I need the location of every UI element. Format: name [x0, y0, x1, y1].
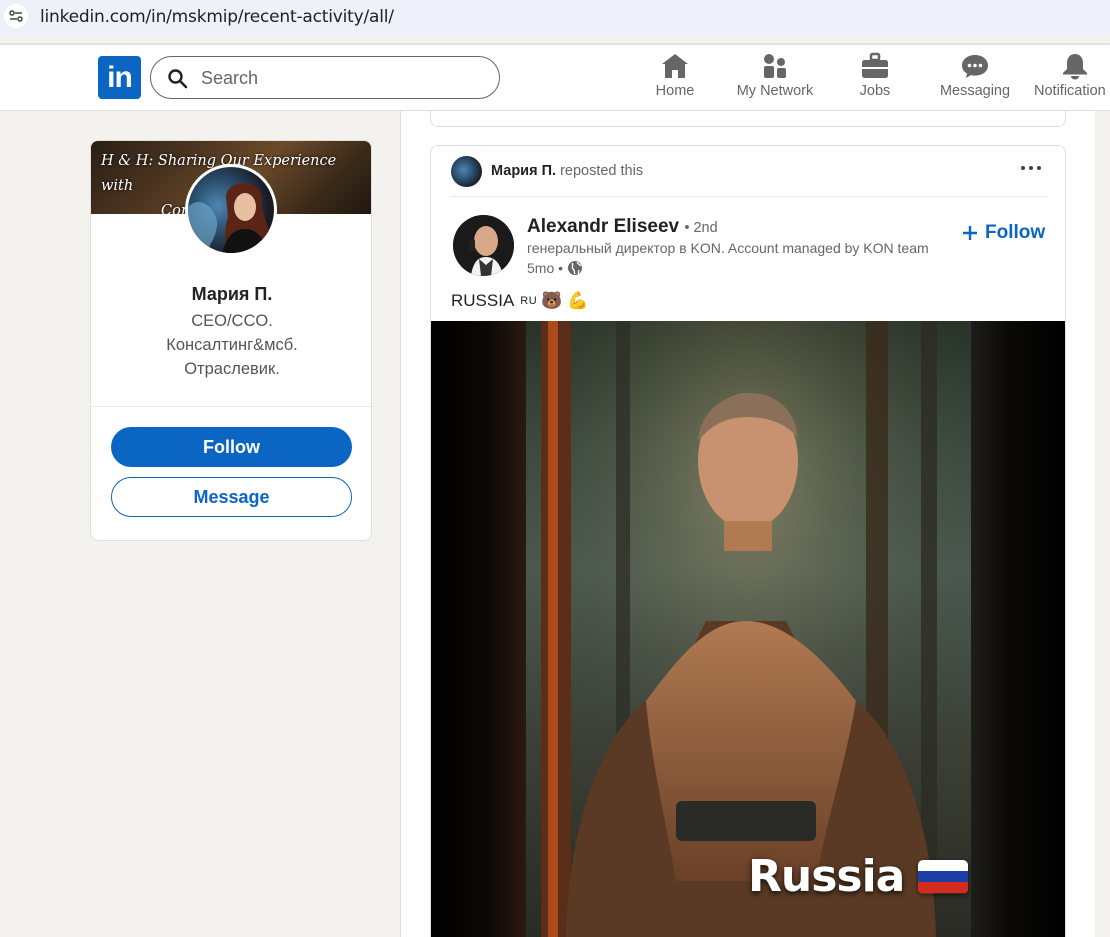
url-text[interactable]: linkedin.com/in/mskmip/recent-activity/a…: [40, 7, 394, 27]
reposter-avatar[interactable]: [451, 156, 482, 187]
card-divider: [91, 406, 371, 407]
media-left-edge: [431, 321, 526, 937]
flag-stripe-blue: [918, 870, 969, 883]
author-degree: • 2nd: [684, 220, 718, 236]
author-avatar[interactable]: [453, 215, 514, 276]
author-headline: генеральный директор в KON. Account mana…: [527, 240, 929, 256]
search-icon: [168, 69, 188, 89]
plus-icon: [963, 226, 977, 240]
ru-flag-code: RU: [520, 295, 538, 307]
top-navigation: in Home My Network Jobs: [0, 45, 1110, 111]
follow-author-label[interactable]: Follow: [985, 222, 1045, 244]
more-options-icon[interactable]: [1019, 160, 1043, 176]
follow-button[interactable]: Follow: [111, 427, 352, 467]
media-right-edge: [971, 321, 1065, 937]
message-button[interactable]: Message: [111, 477, 352, 517]
network-icon: [764, 54, 786, 78]
nav-my-network[interactable]: My Network: [730, 52, 820, 108]
post-timestamp: 5mo •: [527, 260, 583, 276]
nav-messaging-label: Messaging: [939, 83, 1011, 99]
nav-notifications[interactable]: Notification: [1030, 52, 1110, 108]
flag-stripe-white: [918, 859, 969, 871]
media-caption-text: Russia: [748, 851, 905, 902]
post-header-divider: [451, 196, 1047, 197]
profile-headline-line-2: Консалтинг&мсб.: [166, 336, 298, 354]
post-media[interactable]: Russia: [431, 321, 1065, 937]
browser-address-bar: linkedin.com/in/mskmip/recent-activity/a…: [0, 0, 1110, 36]
briefcase-icon: [862, 52, 888, 78]
nav-home[interactable]: Home: [650, 52, 700, 108]
nav-messaging[interactable]: Messaging: [935, 52, 1015, 108]
author-name[interactable]: Alexandr Eliseev • 2nd: [527, 216, 718, 238]
russia-flag-icon: [918, 859, 969, 894]
profile-headline: CEO/CCO. Консалтинг&мсб. Отраслевик.: [111, 309, 353, 381]
flag-stripe-red: [918, 882, 969, 894]
post-text-body: RUSSIA: [451, 291, 515, 310]
nav-home-label: Home: [655, 83, 695, 99]
author-name-text[interactable]: Alexandr Eliseev: [527, 216, 679, 237]
search-input[interactable]: [201, 67, 481, 89]
previous-post-card: [430, 111, 1066, 127]
globe-icon: [568, 261, 583, 275]
follow-author-button[interactable]: Follow: [961, 222, 1045, 244]
nav-notifications-label: Notification: [1034, 83, 1106, 99]
post-card: Мария П. reposted this Alexandr Eliseev …: [430, 145, 1066, 937]
messaging-icon: [962, 55, 988, 78]
profile-card: H & H: Sharing Our Experience with Com P…: [90, 140, 372, 541]
media-illustration: [526, 321, 971, 937]
site-settings-icon[interactable]: [4, 4, 28, 28]
media-caption: Russia: [748, 851, 969, 902]
post-text: RUSSIA RU 🐻 💪: [451, 291, 588, 311]
profile-name: Мария П.: [191, 284, 273, 304]
post-text-emoji: 🐻 💪: [541, 291, 589, 310]
nav-jobs[interactable]: Jobs: [850, 52, 900, 108]
search-box[interactable]: [150, 56, 500, 99]
home-icon: [662, 54, 688, 78]
media-image[interactable]: Russia: [526, 321, 971, 937]
profile-avatar[interactable]: [185, 164, 277, 256]
nav-my-network-label: My Network: [736, 83, 814, 99]
repost-header: Мария П. reposted this: [491, 163, 643, 179]
post-time-text: 5mo •: [527, 260, 564, 276]
repost-suffix: reposted this: [560, 163, 644, 179]
bell-icon: [1063, 54, 1087, 80]
reposter-name[interactable]: Мария П.: [491, 163, 556, 179]
profile-headline-line-1: CEO/CCO.: [191, 312, 273, 330]
linkedin-logo[interactable]: in: [98, 56, 141, 99]
nav-jobs-label: Jobs: [859, 83, 891, 99]
profile-headline-line-3: Отраслевик.: [184, 360, 280, 378]
